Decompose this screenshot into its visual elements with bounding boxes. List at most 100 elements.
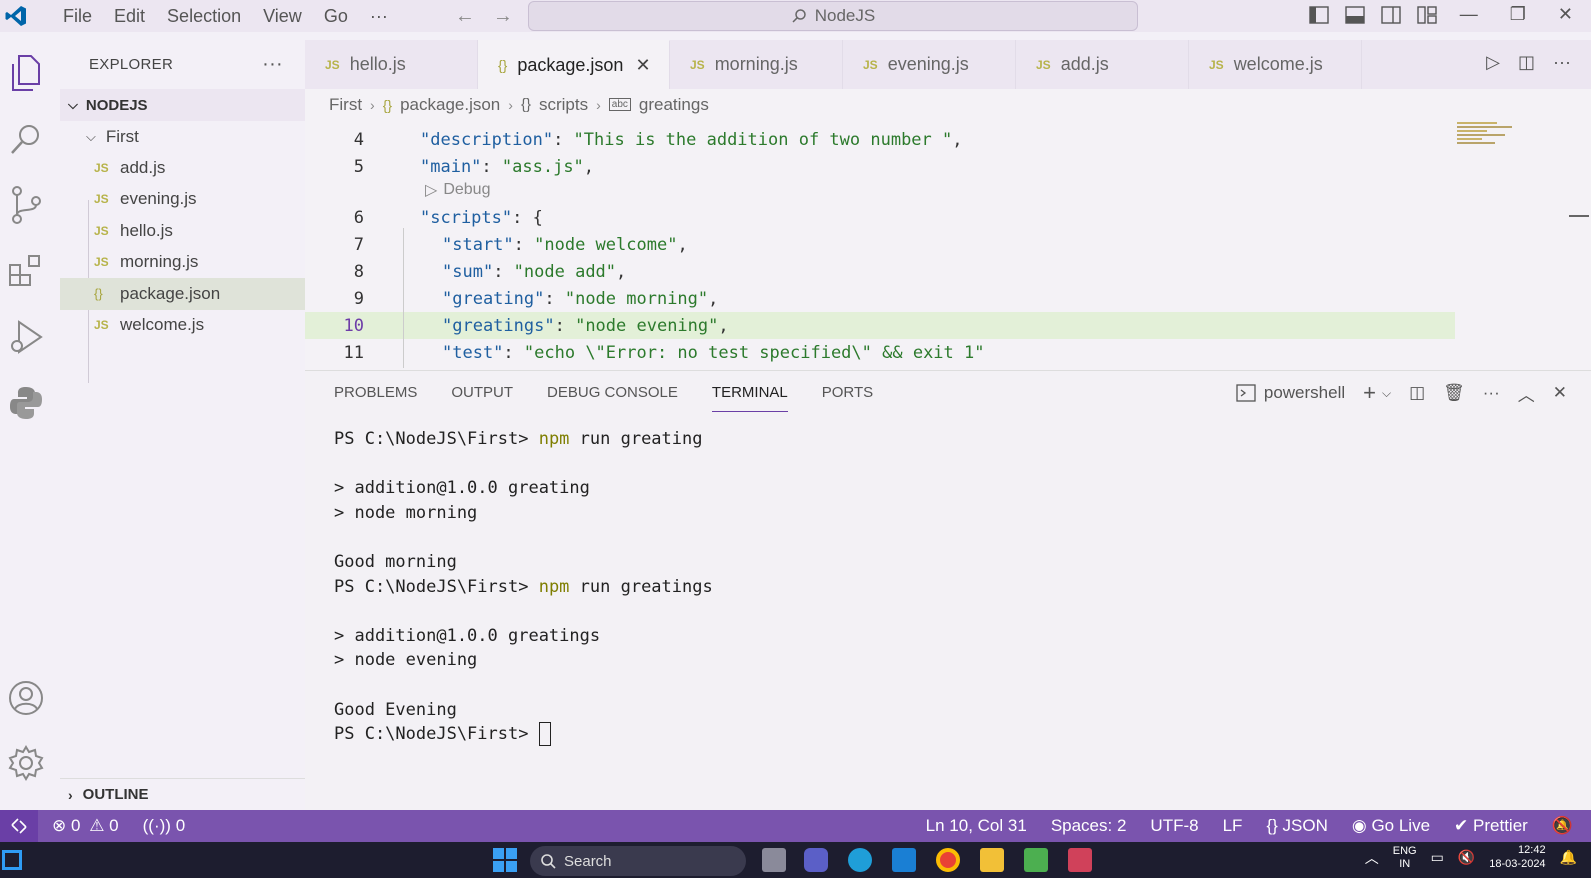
tab-package-json[interactable]: {} package.json ✕ [478, 40, 670, 89]
explorer-icon[interactable] [0, 40, 52, 106]
chrome-icon[interactable] [936, 848, 960, 872]
toggle-secondary-sidebar-icon[interactable] [1380, 4, 1402, 26]
close-window-icon[interactable]: ✕ [1558, 4, 1573, 25]
tab-evening-js[interactable]: JS evening.js [843, 40, 1016, 89]
tab-hello-js[interactable]: JS hello.js [305, 40, 478, 89]
extensions-icon[interactable] [0, 238, 52, 304]
tab-morning-js[interactable]: JS morning.js [670, 40, 843, 89]
problems-status[interactable]: ⊗ 0 ⚠ 0 [52, 816, 119, 836]
new-terminal-icon[interactable]: + [1363, 380, 1376, 406]
chevron-down-icon[interactable]: ⌵ [1382, 386, 1391, 401]
menu-view[interactable]: View [252, 6, 313, 27]
toggle-panel-icon[interactable] [1344, 4, 1366, 26]
workspace-root[interactable]: ⌵ NODEJS [60, 89, 305, 121]
prettier[interactable]: ✔ Prettier [1454, 816, 1528, 836]
go-live[interactable]: ◉ Go Live [1352, 816, 1430, 836]
file-item[interactable]: JS hello.js [60, 215, 305, 247]
customize-layout-icon[interactable] [1416, 4, 1438, 26]
breadcrumb-section[interactable]: scripts [539, 95, 588, 115]
more-actions-icon[interactable]: ··· [262, 53, 283, 76]
notification-bell-icon[interactable]: 🔔 [1560, 849, 1577, 866]
folder-first[interactable]: ⌵ First [60, 121, 305, 152]
indentation[interactable]: Spaces: 2 [1051, 816, 1127, 836]
teams-icon[interactable] [804, 848, 828, 872]
scrollbar-thumb[interactable] [1569, 215, 1589, 217]
vscode-taskbar-icon[interactable] [892, 848, 916, 872]
debug-codelens[interactable]: ▷ Debug [425, 180, 490, 200]
task-view-icon[interactable] [762, 848, 786, 872]
restore-icon[interactable]: ❐ [1510, 4, 1526, 25]
search-view-icon[interactable] [0, 106, 52, 172]
breadcrumb-folder[interactable]: First [329, 95, 362, 115]
tab-debug-console[interactable]: DEBUG CONSOLE [547, 384, 678, 401]
chevron-up-icon[interactable]: ︿ [1365, 848, 1379, 868]
menu-go[interactable]: Go [313, 6, 359, 27]
minimize-icon[interactable]: — [1460, 4, 1478, 25]
minimap[interactable] [1455, 120, 1515, 148]
file-explorer-icon[interactable] [980, 848, 1004, 872]
windows-start-icon[interactable] [2, 850, 22, 870]
menu-file[interactable]: File [52, 6, 103, 27]
language-mode[interactable]: {} JSON [1266, 816, 1327, 836]
json-key: "greatings" [442, 315, 555, 336]
back-arrow-icon[interactable]: ← [455, 5, 475, 28]
breadcrumb-item[interactable]: greatings [639, 95, 709, 115]
tab-terminal[interactable]: TERMINAL [711, 384, 788, 412]
tab-add-js[interactable]: JS add.js [1016, 40, 1189, 89]
run-icon[interactable]: ▷ [1486, 52, 1500, 73]
json-key: "test" [442, 342, 504, 363]
encoding[interactable]: UTF-8 [1150, 816, 1198, 836]
taskbar-search[interactable]: Search [530, 846, 746, 876]
menu-edit[interactable]: Edit [103, 6, 156, 27]
file-item[interactable]: JS morning.js [60, 247, 305, 279]
outline-section[interactable]: › OUTLINE [60, 778, 305, 810]
terminal-shell-selector[interactable]: powershell [1236, 383, 1345, 403]
remote-indicator-icon[interactable] [0, 810, 38, 842]
windows-start-icon[interactable] [493, 848, 517, 872]
network-icon[interactable]: ▭ [1431, 849, 1444, 866]
split-terminal-icon[interactable]: ◫ [1409, 383, 1425, 403]
file-item[interactable]: JS evening.js [60, 184, 305, 216]
js-file-icon: JS [94, 192, 109, 207]
tab-output[interactable]: OUTPUT [451, 384, 513, 401]
nodejs-icon[interactable] [1024, 848, 1048, 872]
file-item[interactable]: JS welcome.js [60, 310, 305, 342]
menu-more[interactable]: ··· [359, 6, 399, 27]
run-debug-icon[interactable] [0, 304, 52, 370]
command-center-search[interactable]: NodeJS [528, 1, 1138, 31]
settings-gear-icon[interactable] [0, 730, 52, 796]
more-actions-icon[interactable]: ··· [1553, 52, 1571, 73]
close-panel-icon[interactable]: ✕ [1553, 383, 1567, 403]
accounts-icon[interactable] [0, 665, 52, 731]
json-file-icon: {} [94, 286, 103, 302]
cursor-position[interactable]: Ln 10, Col 31 [926, 816, 1027, 836]
python-icon[interactable] [0, 370, 52, 436]
tab-welcome-js[interactable]: JS welcome.js [1189, 40, 1362, 89]
trash-icon[interactable]: 🗑 [1443, 383, 1465, 403]
ports-status[interactable]: ((·)) 0 [143, 816, 186, 836]
tab-problems[interactable]: PROBLEMS [334, 384, 417, 401]
snipping-tool-icon[interactable] [1068, 848, 1092, 872]
menu-selection[interactable]: Selection [156, 6, 252, 27]
edge-icon[interactable] [848, 848, 872, 872]
close-tab-icon[interactable]: ✕ [635, 55, 650, 76]
forward-arrow-icon[interactable]: → [493, 5, 513, 28]
maximize-panel-icon[interactable]: ︿ [1518, 381, 1535, 406]
terminal-line: PS C:\NodeJS\First> npm run greatings [334, 575, 713, 600]
file-item[interactable]: JS add.js [60, 152, 305, 184]
clock-date: 18-03-2024 [1489, 857, 1546, 870]
file-item-selected[interactable]: {} package.json [60, 278, 305, 310]
tab-ports[interactable]: PORTS [822, 384, 873, 401]
toggle-primary-sidebar-icon[interactable] [1308, 4, 1330, 26]
clock[interactable]: 12:42 18-03-2024 [1489, 844, 1545, 872]
notifications-bell-icon[interactable]: 🔕 [1552, 816, 1573, 836]
volume-muted-icon[interactable]: 🔇 [1458, 849, 1475, 866]
split-editor-icon[interactable]: ◫ [1518, 52, 1535, 73]
breadcrumb-file[interactable]: package.json [400, 95, 500, 115]
terminal-output[interactable]: PS C:\NodeJS\First> npm run greating > a… [334, 427, 713, 747]
source-control-icon[interactable] [0, 172, 52, 238]
language-indicator[interactable]: ENG IN [1393, 845, 1417, 871]
string-icon: abc [608, 98, 631, 111]
more-actions-icon[interactable]: ··· [1483, 383, 1500, 403]
end-of-line[interactable]: LF [1223, 816, 1243, 836]
